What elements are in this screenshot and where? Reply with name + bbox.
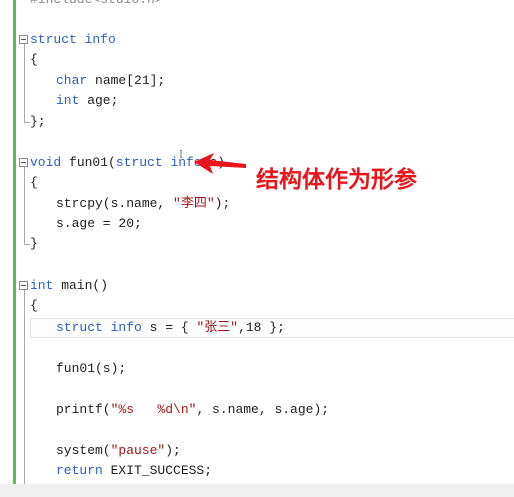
code-text: int main() <box>30 276 108 296</box>
keyword-token: int <box>56 93 80 108</box>
collapse-toggle-icon[interactable] <box>19 281 28 290</box>
code-line[interactable]: }; <box>0 112 514 132</box>
code-token: { <box>30 52 38 67</box>
code-line[interactable]: int age; <box>0 91 514 111</box>
code-token: strcpy(s.name, <box>56 196 174 211</box>
code-text: fun01(s); <box>56 359 126 379</box>
code-token: s = { <box>141 320 197 335</box>
code-line[interactable]: fun01(s); <box>0 359 514 379</box>
code-line[interactable]: system("pause"); <box>0 441 514 461</box>
code-token: fun01( <box>61 155 116 170</box>
code-text: char name[21]; <box>56 71 165 91</box>
keyword-token: char <box>56 73 88 88</box>
code-line[interactable]: s.age = 20; <box>0 214 514 234</box>
code-line[interactable]: #include<stdio.h> <box>0 0 514 10</box>
string-token: "李四" <box>173 196 215 211</box>
code-line[interactable]: strcpy(s.name, "李四"); <box>0 194 514 214</box>
code-line[interactable]: char name[21]; <box>0 71 514 91</box>
code-text: } <box>30 234 38 254</box>
code-line[interactable]: { <box>0 50 514 70</box>
code-line[interactable]: printf("%s %d\n", s.name, s.age); <box>0 400 514 420</box>
code-text: strcpy(s.name, "李四"); <box>56 194 230 214</box>
code-token: age; <box>79 93 119 108</box>
code-token: ); <box>214 196 231 211</box>
keyword-token: int <box>30 278 54 293</box>
code-text: }; <box>30 112 46 132</box>
code-token: , s.name, s.age); <box>196 402 330 417</box>
code-editor[interactable]: #include<stdio.h> struct info { char name[2… <box>0 0 514 484</box>
string-token: "张三" <box>196 320 239 335</box>
code-token: #include<stdio.h> <box>30 0 163 7</box>
code-line[interactable]: int main() <box>0 276 514 296</box>
code-token: ); <box>165 443 181 458</box>
code-token: name[21]; <box>87 73 166 88</box>
code-token: { <box>30 298 38 313</box>
code-text: return EXIT_SUCCESS; <box>56 461 212 481</box>
code-token: system( <box>56 443 111 458</box>
code-token: s.age = 20; <box>56 216 142 231</box>
red-arrow-icon <box>194 153 246 174</box>
code-line[interactable]: } <box>0 234 514 254</box>
code-token: EXIT_SUCCESS; <box>102 463 213 478</box>
collapse-toggle-icon[interactable] <box>19 35 28 44</box>
code-text: struct info <box>30 30 116 50</box>
keyword-token: struct <box>30 32 77 47</box>
code-line[interactable]: { <box>0 296 514 316</box>
code-token: ,18 }; <box>238 320 285 335</box>
string-token: "pause" <box>110 443 166 458</box>
code-token: main() <box>53 278 109 293</box>
code-line[interactable]: struct info s = { "张三",18 }; <box>0 318 514 338</box>
code-token: fun01(s); <box>56 361 127 376</box>
code-token: }; <box>30 114 46 129</box>
code-text: { <box>30 50 38 70</box>
keyword-token: info <box>110 320 142 335</box>
collapse-toggle-icon[interactable] <box>19 158 28 167</box>
keyword-token: struct <box>115 155 163 170</box>
code-line[interactable]: struct info <box>0 30 514 50</box>
code-text: s.age = 20; <box>56 214 142 234</box>
code-text: { <box>30 173 38 193</box>
keyword-token: void <box>30 155 62 170</box>
keyword-token: struct <box>56 320 103 335</box>
editor-bottom-strip <box>0 484 514 497</box>
code-token: { <box>30 175 38 190</box>
code-text: printf("%s %d\n", s.name, s.age); <box>56 400 329 420</box>
keyword-token: return <box>56 463 103 478</box>
code-line[interactable]: return EXIT_SUCCESS; <box>0 461 514 481</box>
code-text: { <box>30 296 38 316</box>
code-text: system("pause"); <box>56 441 181 461</box>
code-text: #include<stdio.h> <box>30 0 163 10</box>
annotation-label: 结构体作为形参 <box>256 167 417 193</box>
code-text: struct info s = { "张三",18 }; <box>56 318 285 338</box>
code-token: } <box>30 236 38 251</box>
keyword-token: info <box>84 32 116 47</box>
string-token: "%s %d\n" <box>110 402 197 417</box>
code-token: printf( <box>56 402 111 417</box>
code-text: int age; <box>56 91 118 111</box>
ibeam-cursor-icon <box>180 150 182 158</box>
